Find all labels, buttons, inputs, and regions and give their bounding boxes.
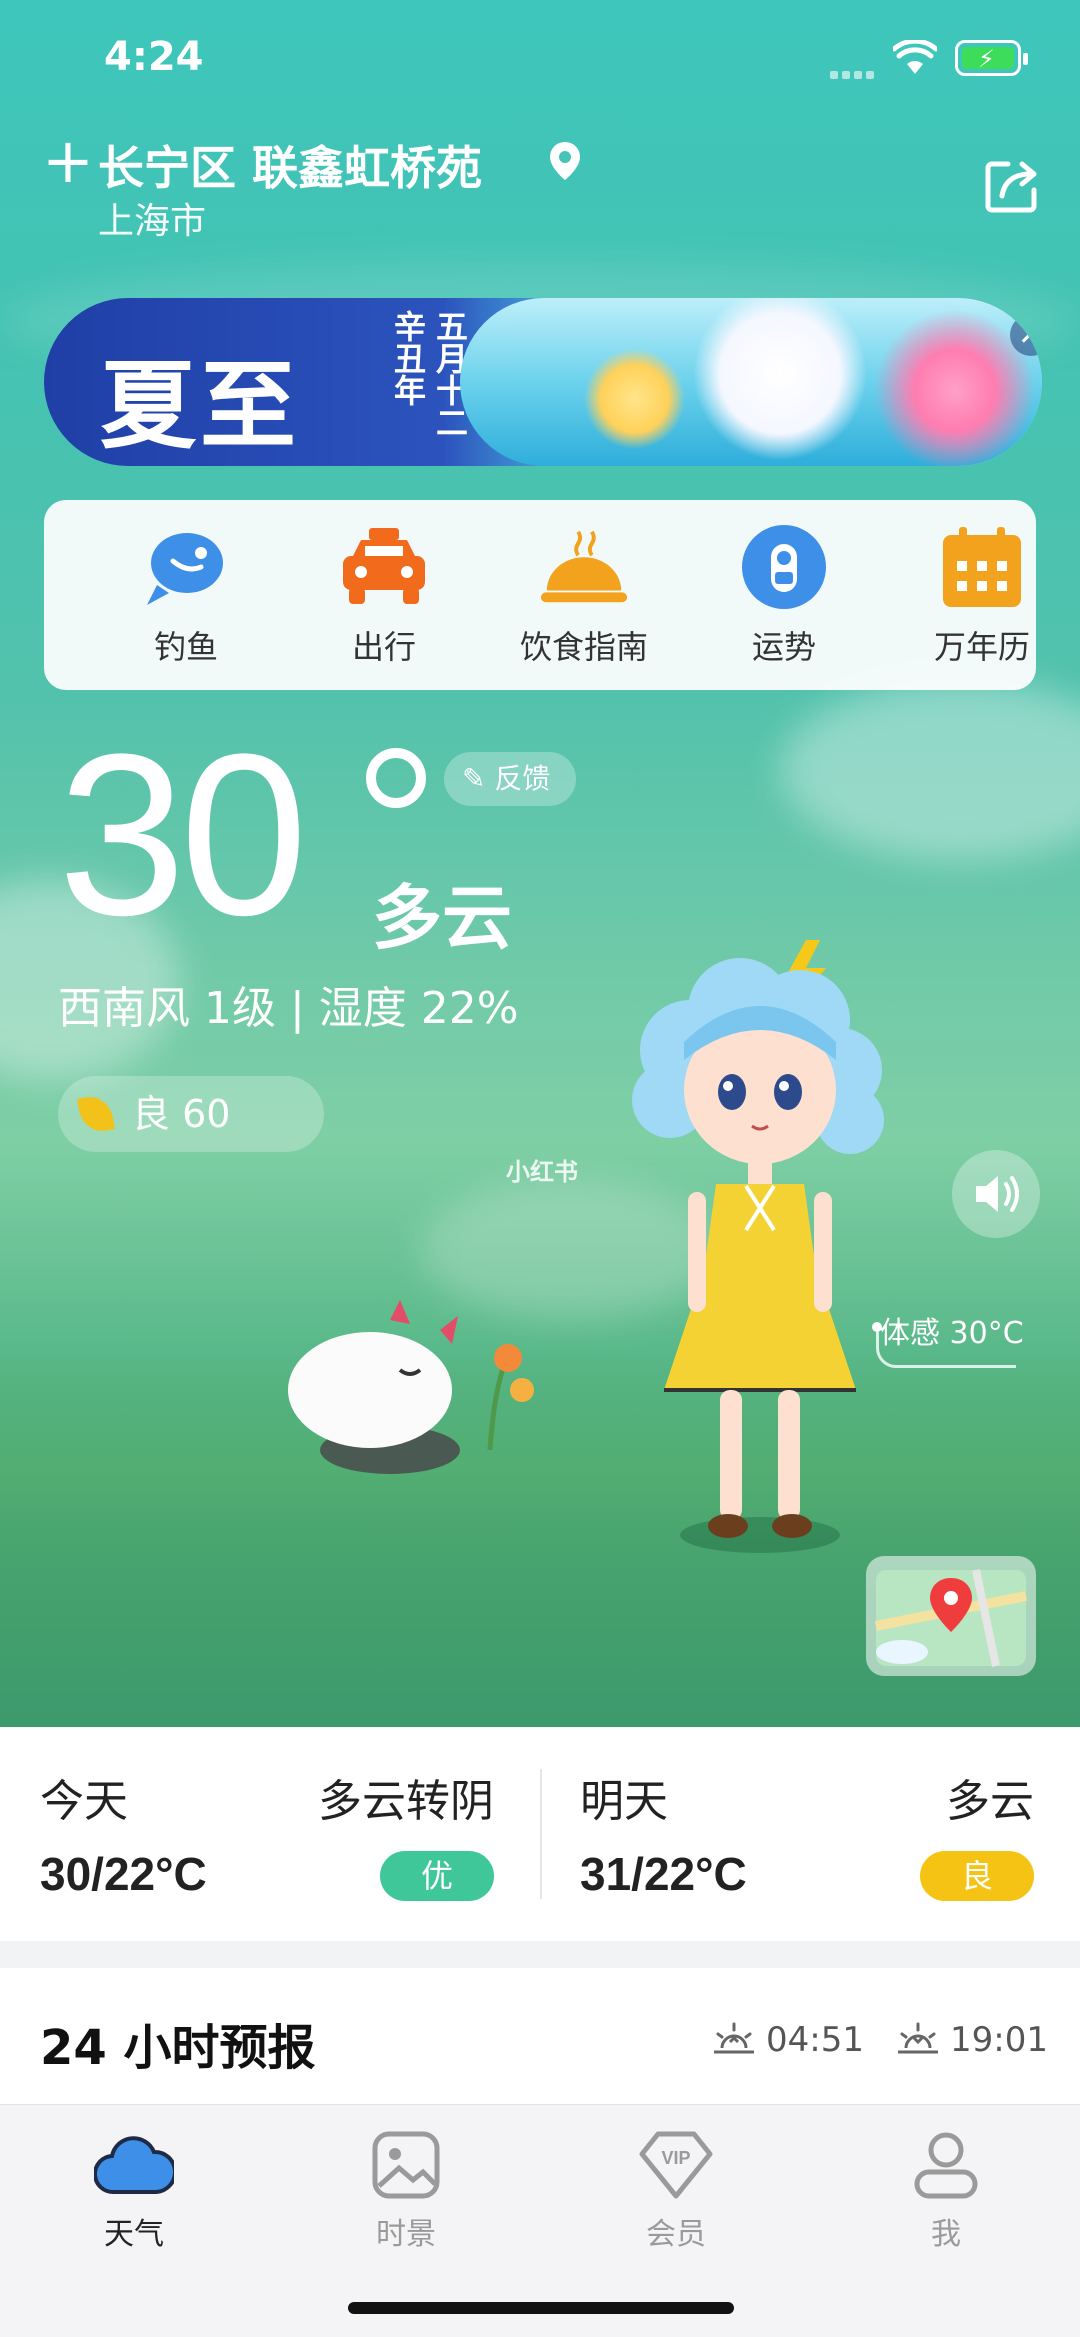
share-icon[interactable]	[984, 158, 1040, 214]
weather-character-illustration	[632, 940, 884, 1553]
tool-travel[interactable]: 出行	[284, 522, 484, 668]
location-district[interactable]: 长宁区 联鑫虹桥苑	[98, 132, 482, 198]
feedback-label: 反馈	[494, 762, 551, 795]
feedback-button[interactable]: ✎ 反馈	[444, 752, 576, 806]
weather-map-button[interactable]	[866, 1556, 1036, 1676]
leaf-icon	[77, 1093, 115, 1135]
add-city-icon[interactable]: +	[42, 130, 94, 192]
food-dome-icon	[539, 522, 629, 612]
today-summary[interactable]: 今天 多云转阴 30/22°C 优	[0, 1727, 540, 1941]
banner-lunar-year: 辛丑年	[389, 310, 427, 406]
svg-text:VIP: VIP	[661, 2148, 690, 2168]
home-indicator[interactable]	[348, 2302, 734, 2314]
tomorrow-aqi-badge: 良	[920, 1851, 1034, 1901]
tab-label: 会员	[646, 2217, 706, 2252]
tomorrow-summary[interactable]: 明天 多云 31/22°C 良	[540, 1727, 1080, 1941]
tool-label: 饮食指南	[519, 628, 648, 666]
solar-term-banner[interactable]: 夏至 五月十二 辛丑年 ✕	[44, 298, 1042, 466]
calendar-icon	[937, 522, 1027, 612]
battery-icon: ⚡	[955, 40, 1028, 76]
pet-illustration	[288, 1300, 534, 1474]
tab-weather[interactable]: 天气	[34, 2127, 234, 2253]
aqi-badge[interactable]: 良 60	[58, 1076, 324, 1152]
sunrise-icon	[714, 2022, 754, 2054]
fortune-icon	[739, 522, 829, 612]
sunset-time: 19:01	[950, 2020, 1048, 2060]
current-temperature: 30	[58, 706, 308, 963]
sound-button[interactable]	[952, 1150, 1040, 1238]
pencil-icon: ✎	[462, 762, 486, 795]
hourly-title: 24 小时预报	[40, 2020, 316, 2076]
hourly-forecast-header: 24 小时预报 04:51 19:01	[0, 1968, 1080, 2104]
watermark: 小红书	[506, 1158, 578, 1186]
tool-fortune[interactable]: 运势	[684, 522, 884, 668]
tab-label: 时景	[376, 2217, 436, 2252]
sunset-icon	[898, 2022, 938, 2054]
tool-food-guide[interactable]: 饮食指南	[484, 522, 684, 668]
location-city: 上海市	[98, 201, 207, 242]
today-aqi-badge: 优	[380, 1851, 494, 1901]
aqi-value: 良 60	[132, 1092, 231, 1136]
cloud-icon	[92, 2127, 176, 2203]
current-condition: 多云	[372, 877, 512, 959]
picture-icon	[364, 2127, 448, 2203]
sunset: 19:01	[896, 2020, 1048, 2060]
tool-label: 万年历	[933, 628, 1030, 666]
fish-icon	[141, 522, 231, 612]
tomorrow-label: 明天	[580, 1776, 668, 1827]
tab-scenery[interactable]: 时景	[306, 2127, 506, 2253]
location-pin-icon	[550, 142, 580, 180]
today-label: 今天	[40, 1776, 128, 1827]
tool-label: 运势	[751, 628, 816, 666]
today-condition: 多云转阴	[318, 1776, 494, 1827]
sunrise: 04:51	[712, 2020, 864, 2060]
signal-icon	[830, 64, 878, 79]
profile-icon	[904, 2127, 988, 2203]
wind-humidity: 西南风 1级 | 湿度 22%	[58, 983, 519, 1034]
tool-calendar[interactable]: 万年历	[882, 522, 1080, 668]
map-pin-icon	[875, 1569, 1027, 1667]
status-bar: 4:24 ⚡	[0, 0, 1080, 120]
quick-tools-bar: 钓鱼 出行 饮食指南 运势 万年历	[44, 500, 1036, 690]
wifi-icon	[893, 40, 937, 74]
tab-label: 天气	[104, 2217, 164, 2252]
sunrise-time: 04:51	[766, 2020, 864, 2060]
vip-icon: VIP	[634, 2127, 718, 2203]
tool-label: 出行	[351, 628, 416, 666]
taxi-icon	[339, 522, 429, 612]
tool-label: 钓鱼	[153, 628, 218, 666]
cloud-decoration	[780, 680, 1080, 860]
tool-fishing[interactable]: 钓鱼	[86, 522, 286, 668]
status-time: 4:24	[104, 34, 204, 80]
tab-label: 我	[931, 2217, 961, 2252]
tomorrow-temp-range: 31/22°C	[580, 1848, 747, 1900]
degree-symbol	[366, 748, 426, 808]
tomorrow-condition: 多云	[946, 1776, 1034, 1827]
tab-me[interactable]: 我	[846, 2127, 1046, 2253]
feels-like-label: 体感 30°C	[880, 1316, 1024, 1351]
speaker-icon	[976, 1176, 1019, 1212]
banner-title: 夏至	[100, 350, 300, 462]
tab-vip[interactable]: VIP 会员	[576, 2127, 776, 2253]
banner-illustration	[460, 298, 1042, 466]
today-temp-range: 30/22°C	[40, 1848, 207, 1900]
daily-summary: 今天 多云转阴 30/22°C 优 明天 多云 31/22°C 良	[0, 1727, 1080, 1941]
